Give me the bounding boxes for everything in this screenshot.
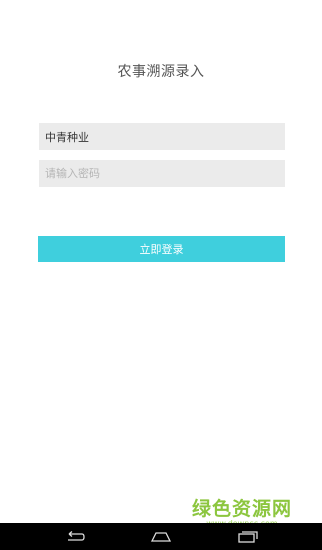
- back-icon: [68, 530, 85, 541]
- back-button[interactable]: [54, 523, 94, 550]
- recent-apps-icon: [238, 530, 258, 543]
- login-button[interactable]: 立即登录: [38, 236, 285, 262]
- username-field[interactable]: [39, 123, 285, 150]
- home-button[interactable]: [141, 523, 181, 550]
- login-screen: 农事溯源录入 立即登录 绿色资源网 www.downcc.com: [0, 0, 322, 550]
- page-title: 农事溯源录入: [117, 64, 205, 80]
- watermark-title: 绿色资源网: [191, 498, 292, 520]
- home-icon: [150, 531, 172, 542]
- recent-apps-button[interactable]: [228, 523, 268, 550]
- system-navigation-bar: [0, 523, 322, 550]
- password-field[interactable]: [39, 160, 285, 187]
